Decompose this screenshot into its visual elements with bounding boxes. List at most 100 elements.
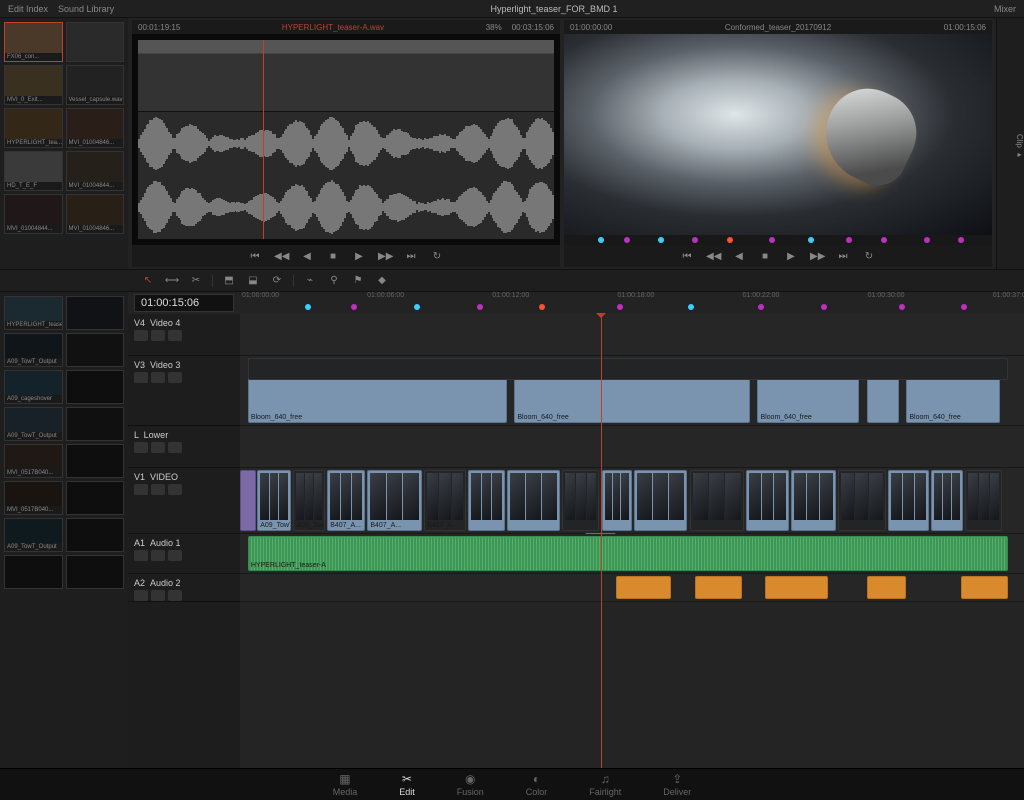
step-fwd-icon[interactable]: ▶▶	[810, 251, 824, 262]
video-clip[interactable]: B407_A...	[367, 470, 421, 531]
media-thumb[interactable]: Vessel_capsule.wav	[66, 65, 125, 105]
track-solo-icon[interactable]	[168, 330, 182, 341]
marker-icon[interactable]	[881, 237, 887, 243]
timeline-timecode[interactable]: 01:00:15:06	[134, 294, 234, 312]
step-back-icon[interactable]: ◀◀	[706, 251, 720, 262]
marker-icon[interactable]	[351, 304, 357, 310]
media-thumb[interactable]: MVI_01004846...	[66, 194, 125, 234]
marker-icon[interactable]	[727, 237, 733, 243]
marker-icon[interactable]	[688, 304, 694, 310]
loop-icon[interactable]: ↻	[430, 251, 444, 262]
play-back-icon[interactable]: ◀	[300, 251, 314, 262]
sound-library-btn[interactable]: Sound Library	[58, 4, 114, 14]
track-lanes[interactable]: Bloom_640_freeBloom_640_freeBloom_640_fr…	[240, 314, 1024, 768]
media-thumb[interactable]: A09_cageshover	[4, 370, 63, 404]
overwrite-icon[interactable]: ⬓	[245, 275, 261, 286]
track-lock-icon[interactable]	[134, 372, 148, 383]
video-clip[interactable]	[791, 470, 835, 531]
trim-tool-icon[interactable]: ⟷	[164, 275, 180, 286]
track-mute-icon[interactable]	[151, 372, 165, 383]
video-clip[interactable]	[240, 470, 256, 531]
last-frame-icon[interactable]: ⏭	[404, 251, 418, 262]
marker-icon[interactable]	[758, 304, 764, 310]
track-lane-V4[interactable]	[240, 314, 1024, 356]
video-clip[interactable]	[931, 470, 963, 531]
track-header-A1[interactable]: A1 Audio 1	[128, 534, 240, 574]
track-lock-icon[interactable]	[134, 442, 148, 453]
media-thumb[interactable]: MVI_0_Exit...	[4, 65, 63, 105]
nav-edit[interactable]: ✂Edit	[399, 772, 415, 797]
marker-icon[interactable]	[821, 304, 827, 310]
track-solo-icon[interactable]	[168, 372, 182, 383]
track-solo-icon[interactable]	[168, 590, 182, 601]
media-thumb[interactable]: FX06_con...	[4, 22, 63, 62]
play-icon[interactable]: ▶	[352, 251, 366, 262]
marker-icon[interactable]	[477, 304, 483, 310]
timeline-playhead[interactable]	[601, 314, 602, 768]
stop-icon[interactable]: ■	[326, 251, 340, 262]
media-thumb[interactable]: HYPERLIGHT_teaser	[4, 296, 63, 330]
media-thumb[interactable]	[66, 296, 125, 330]
last-frame-icon[interactable]: ⏭	[836, 251, 850, 262]
media-thumb[interactable]: HD_T_E_F	[4, 151, 63, 191]
audio-clip[interactable]	[961, 576, 1008, 599]
stop-icon[interactable]: ■	[758, 251, 772, 262]
marker-icon[interactable]	[692, 237, 698, 243]
marker-icon[interactable]	[899, 304, 905, 310]
source-waveform[interactable]	[132, 34, 560, 245]
insert-icon[interactable]: ⬒	[221, 275, 237, 286]
source-zoom-pct[interactable]: 38%	[486, 23, 502, 32]
nav-media[interactable]: ▦Media	[333, 772, 358, 797]
video-clip[interactable]	[746, 470, 788, 531]
program-monitor[interactable]	[564, 34, 992, 235]
inspector-panel-tab[interactable]: Clip ▸	[996, 18, 1024, 269]
marker-icon[interactable]	[617, 304, 623, 310]
track-lane-V3[interactable]: Bloom_640_freeBloom_640_freeBloom_640_fr…	[240, 356, 1024, 426]
audio-clip[interactable]	[616, 576, 671, 599]
nav-fairlight[interactable]: ♫Fairlight	[589, 772, 621, 797]
video-clip[interactable]	[838, 470, 886, 531]
marker-icon[interactable]	[808, 237, 814, 243]
program-marker-row[interactable]	[564, 235, 992, 245]
track-header-V4[interactable]: V4 Video 4	[128, 314, 240, 356]
marker-icon[interactable]: ◆	[374, 275, 390, 286]
marker-icon[interactable]	[598, 237, 604, 243]
marker-icon[interactable]	[305, 304, 311, 310]
media-thumb[interactable]	[66, 444, 125, 478]
track-lane-A2[interactable]	[240, 574, 1024, 602]
video-clip[interactable]: B407_A...	[424, 470, 466, 531]
media-thumb[interactable]: MVI_01004844...	[66, 151, 125, 191]
media-thumb[interactable]	[66, 407, 125, 441]
video-clip[interactable]: B407_A...	[327, 470, 365, 531]
audio-clip[interactable]	[867, 576, 906, 599]
media-thumb[interactable]	[66, 333, 125, 367]
media-thumb[interactable]: A09_TowT_Output	[4, 333, 63, 367]
track-lock-icon[interactable]	[134, 550, 148, 561]
flag-icon[interactable]: ⚑	[350, 275, 366, 286]
step-back-icon[interactable]: ◀◀	[274, 251, 288, 262]
track-header-L[interactable]: L Lower	[128, 426, 240, 468]
media-thumb[interactable]: HYPERLIGHT_tea...	[4, 108, 63, 148]
track-solo-icon[interactable]	[168, 442, 182, 453]
media-thumb[interactable]	[66, 518, 125, 552]
loop-icon[interactable]: ↻	[862, 251, 876, 262]
video-clip[interactable]	[468, 470, 505, 531]
marker-icon[interactable]	[924, 237, 930, 243]
media-thumb[interactable]: MVI_0517B040...	[4, 444, 63, 478]
media-thumb[interactable]: A09_TowT_Output	[4, 518, 63, 552]
first-frame-icon[interactable]: ⏮	[248, 251, 262, 262]
media-thumb[interactable]: MVI_01004844...	[4, 194, 63, 234]
video-clip[interactable]	[888, 470, 929, 531]
step-fwd-icon[interactable]: ▶▶	[378, 251, 392, 262]
video-clip[interactable]	[562, 470, 599, 531]
media-thumb[interactable]	[4, 555, 63, 589]
nav-deliver[interactable]: ⇪Deliver	[663, 772, 691, 797]
edit-index-btn[interactable]: Edit Index	[8, 4, 48, 14]
source-playhead[interactable]	[263, 40, 264, 239]
track-header-V3[interactable]: V3 Video 3	[128, 356, 240, 426]
video-clip[interactable]: A09_TowT_O...	[257, 470, 291, 531]
nav-color[interactable]: ◐Color	[526, 772, 548, 797]
track-lock-icon[interactable]	[134, 330, 148, 341]
track-mute-icon[interactable]	[151, 484, 165, 495]
media-thumb[interactable]: A09_TowT_Output	[4, 407, 63, 441]
